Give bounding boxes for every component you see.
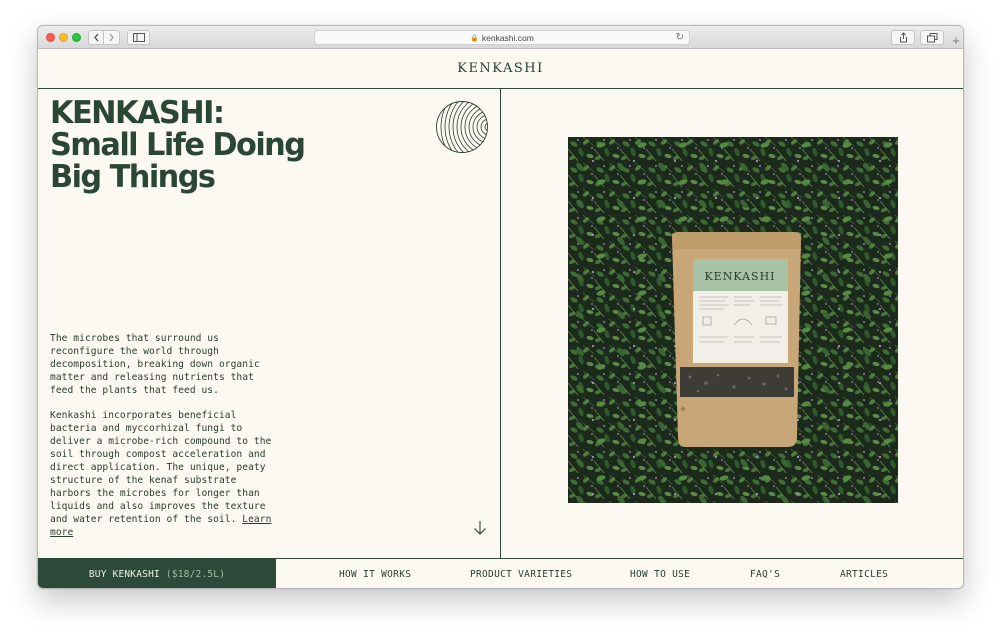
plus-icon: + <box>952 32 960 48</box>
hero-title-line-3: Big Things <box>50 159 216 195</box>
share-icon <box>899 32 907 43</box>
site-logo[interactable]: KENKASHI <box>457 61 544 76</box>
product-photo: KENKASHI <box>568 137 898 503</box>
buy-price: ($18/2.5L) <box>165 569 226 580</box>
nav-how-to-use[interactable]: HOW TO USE <box>630 559 690 588</box>
address-url: kenkashi.com <box>481 32 534 43</box>
address-bar[interactable]: 🔒 kenkashi.com ↻ <box>314 30 690 45</box>
hero-title-line-2: Small Life Doing <box>50 127 306 163</box>
hero-paragraph-2: Kenkashi incorporates beneficial bacteri… <box>50 409 278 539</box>
product-image-panel: KENKASHI <box>502 89 963 558</box>
buy-kenkashi-button[interactable]: BUY KENKASHI ($18/2.5L) <box>38 559 276 588</box>
close-window-button[interactable] <box>46 33 55 42</box>
nav-how-it-works[interactable]: HOW IT WORKS <box>339 559 411 588</box>
share-button[interactable] <box>891 30 915 45</box>
hero-paragraph-2-text: Kenkashi incorporates beneficial bacteri… <box>50 410 272 525</box>
hero-title: KENKASHI: Small Life Doing Big Things <box>50 97 383 193</box>
sidebar-icon <box>132 33 145 42</box>
reload-icon[interactable]: ↻ <box>676 32 684 43</box>
buy-label: BUY KENKASHI <box>88 569 160 580</box>
sidebar-toggle-button[interactable] <box>127 30 150 45</box>
ring-emblem-icon <box>436 101 488 153</box>
hero-text-panel: KENKASHI: Small Life Doing Big Things Th… <box>38 89 501 558</box>
back-button[interactable] <box>88 30 104 45</box>
nav-faqs[interactable]: FAQ'S <box>750 559 780 588</box>
browser-toolbar: 🔒 kenkashi.com ↻ + <box>38 26 963 49</box>
hero-copy: The microbes that surround us reconfigur… <box>50 332 278 539</box>
nav-product-varieties[interactable]: PRODUCT VARIETIES <box>470 559 572 588</box>
nav-links: HOW IT WORKS PRODUCT VARIETIES HOW TO US… <box>276 559 963 588</box>
show-tabs-button[interactable] <box>920 30 944 45</box>
arrow-down-icon[interactable] <box>473 520 487 536</box>
hero-title-line-1: KENKASHI: <box>50 95 225 131</box>
site-header: KENKASHI <box>38 49 963 89</box>
nav-articles[interactable]: ARTICLES <box>840 559 888 588</box>
lock-icon: 🔒 <box>470 34 479 42</box>
forward-button[interactable] <box>104 30 120 45</box>
bag-label: KENKASHI <box>704 270 775 283</box>
maximize-window-button[interactable] <box>72 33 81 42</box>
hero-paragraph-1: The microbes that surround us reconfigur… <box>50 333 260 396</box>
bottom-nav: BUY KENKASHI ($18/2.5L) HOW IT WORKS PRO… <box>38 558 963 588</box>
browser-window: 🔒 kenkashi.com ↻ + KENKASHI KENKASHI: Sm… <box>37 25 964 589</box>
minimize-window-button[interactable] <box>59 33 68 42</box>
chevron-left-icon <box>93 33 98 42</box>
new-tab-button[interactable]: + <box>948 32 963 48</box>
tabs-icon <box>926 32 937 42</box>
chevron-right-icon <box>109 33 114 42</box>
